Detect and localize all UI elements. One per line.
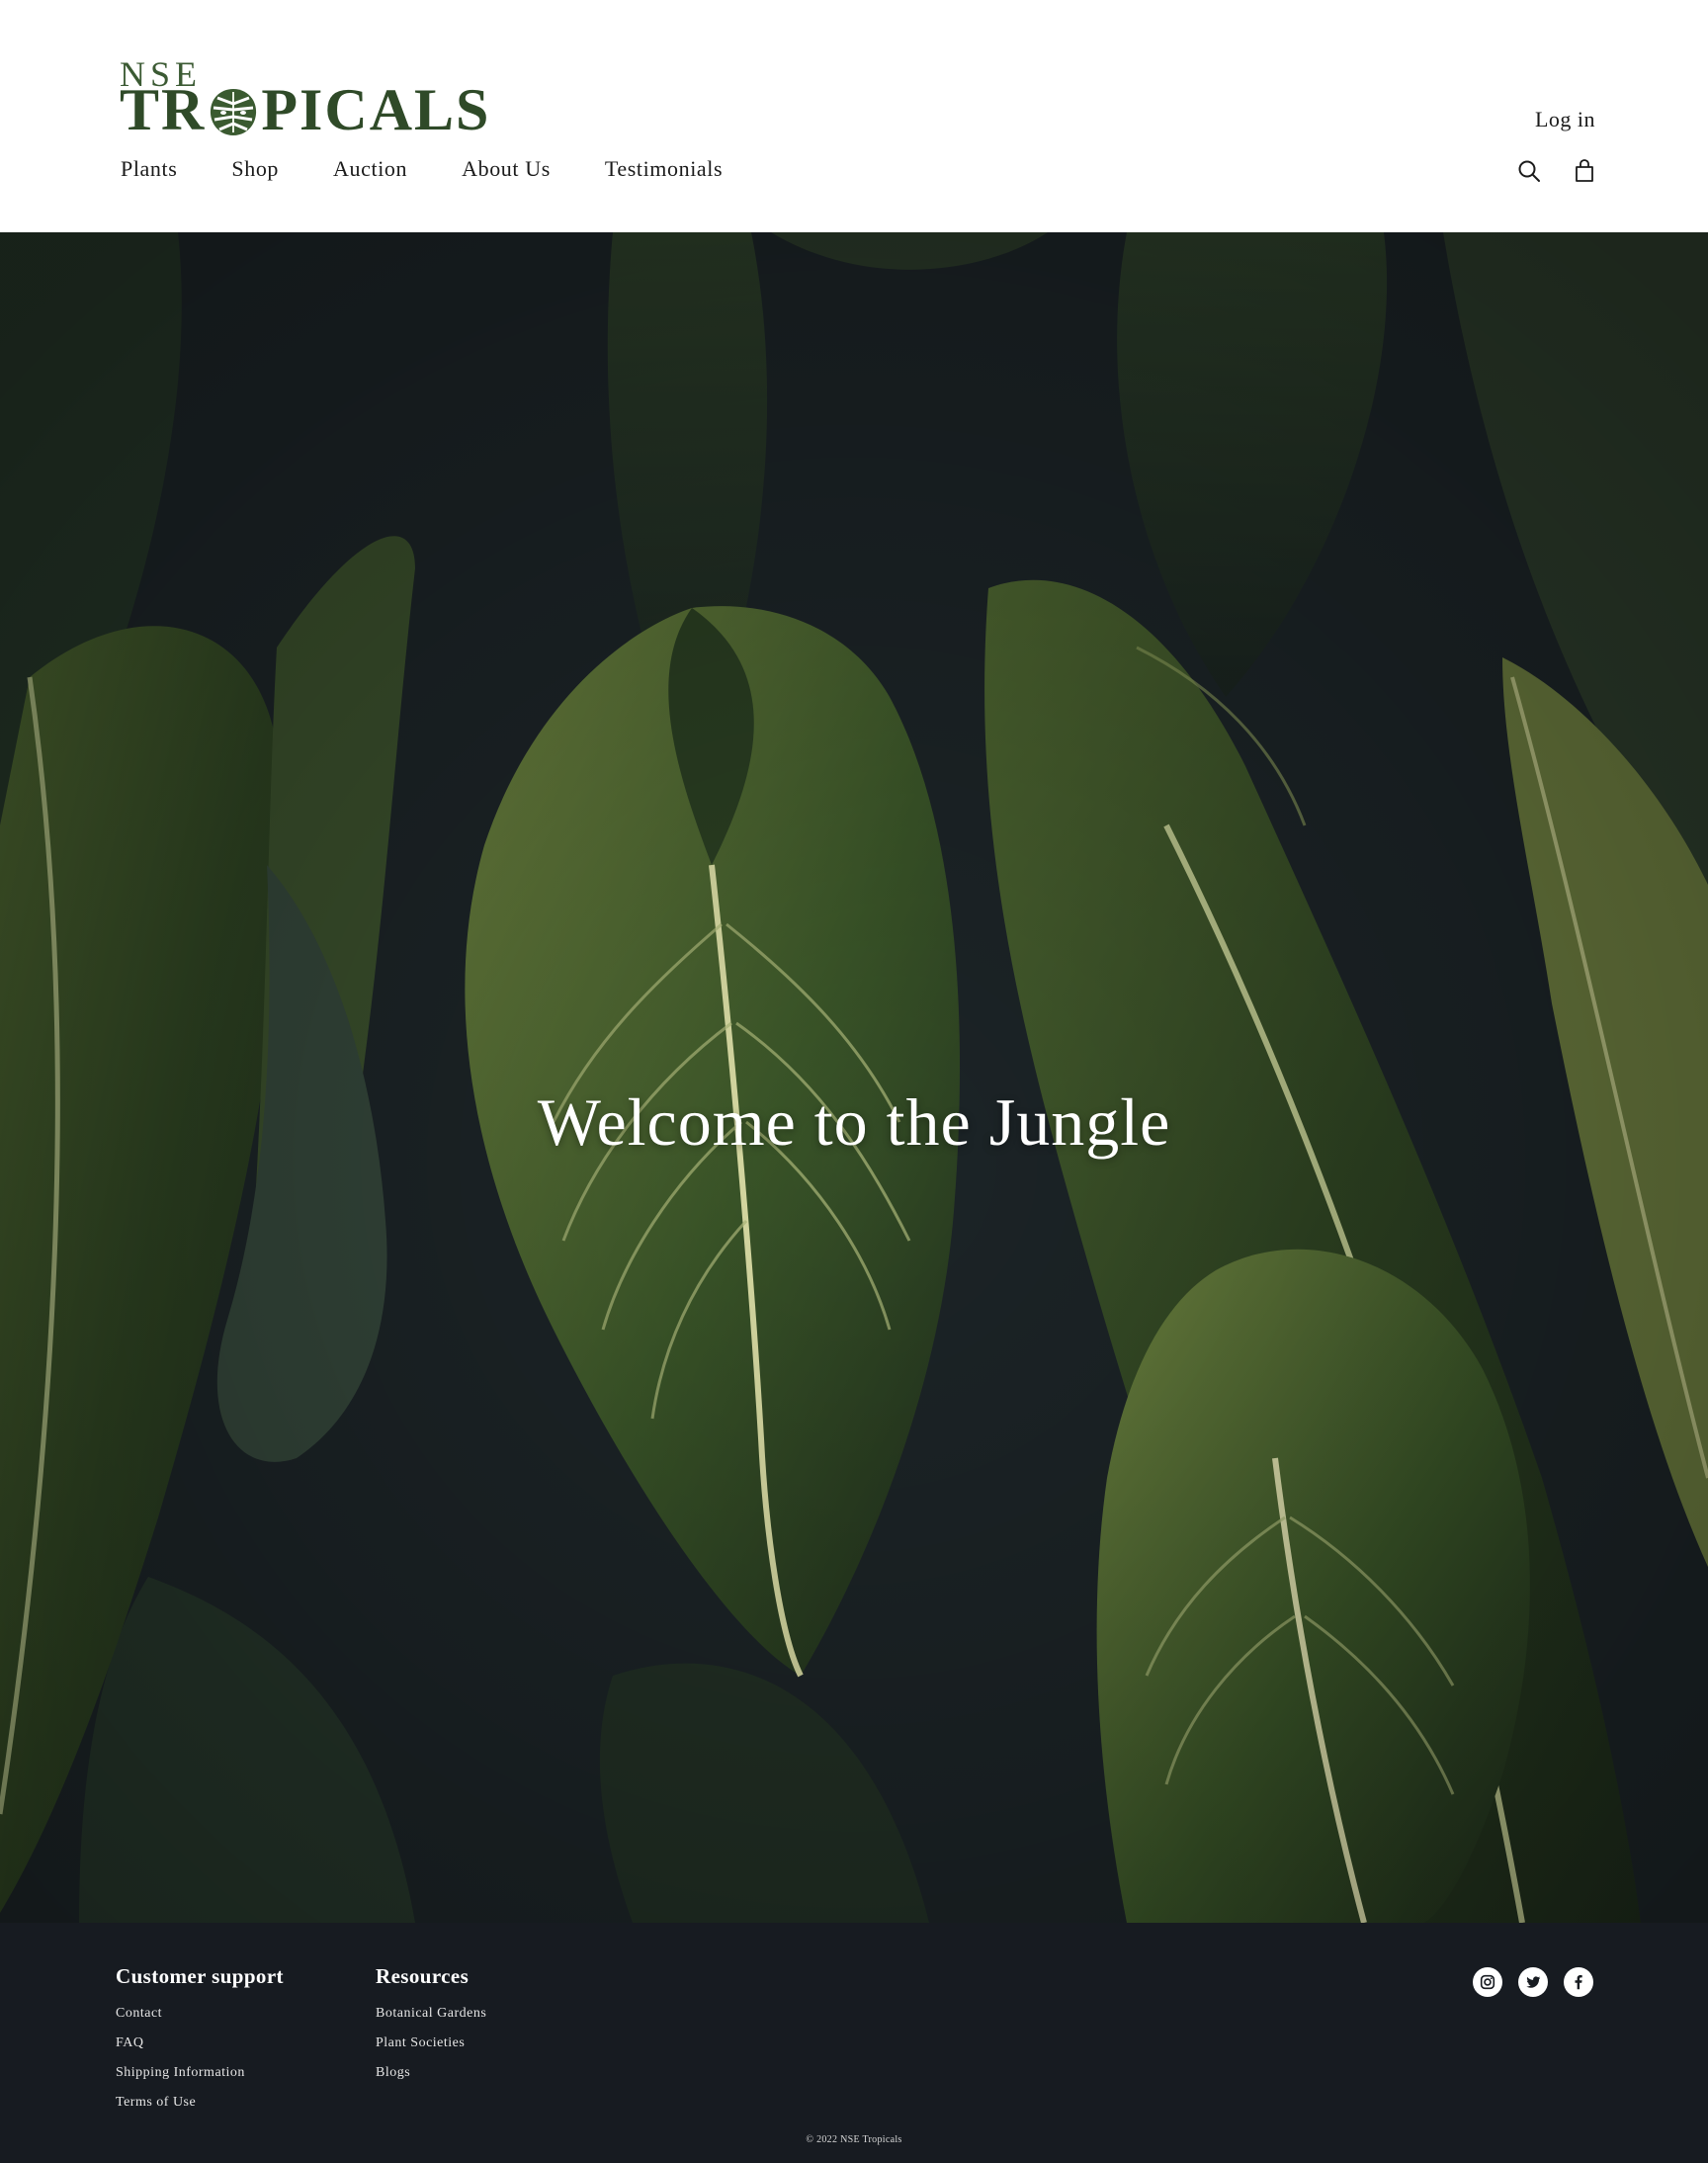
nav-item-plants[interactable]: Plants [121,156,177,182]
footer-link-blogs[interactable]: Blogs [376,2058,486,2088]
logo-text-left: TR [120,77,207,142]
search-icon[interactable] [1516,158,1542,184]
logo-text-right: PICALS [261,77,491,142]
site-footer: Customer support Contact FAQ Shipping In… [0,1923,1708,2163]
footer-column-resources: Resources Botanical Gardens Plant Societ… [376,1964,486,2088]
nav-item-auction[interactable]: Auction [333,156,407,182]
footer-link-shipping-information[interactable]: Shipping Information [116,2058,284,2088]
brand-logo[interactable]: NSE TR PICALS [120,56,488,139]
footer-link-plant-societies[interactable]: Plant Societies [376,2029,486,2058]
footer-column-customer-support: Customer support Contact FAQ Shipping In… [116,1964,284,2118]
monstera-leaf-icon [208,86,259,137]
footer-heading: Customer support [116,1964,284,1988]
site-header: NSE TR PICALS Log in Plants Shop Auction… [0,0,1708,232]
main-nav: Plants Shop Auction About Us Testimonial… [121,156,777,182]
hero-title: Welcome to the Jungle [537,1083,1171,1160]
instagram-icon[interactable] [1473,1967,1502,1997]
nav-item-testimonials[interactable]: Testimonials [605,156,723,182]
footer-heading: Resources [376,1964,470,1988]
twitter-icon[interactable] [1518,1967,1548,1997]
login-link[interactable]: Log in [1535,107,1595,132]
copyright-text: © 2022 NSE Tropicals [806,2134,902,2145]
footer-link-faq[interactable]: FAQ [116,2029,284,2058]
facebook-icon[interactable] [1564,1967,1593,1997]
footer-link-contact[interactable]: Contact [116,1999,284,2029]
nav-item-shop[interactable]: Shop [231,156,279,182]
hero-banner: Welcome to the Jungle [0,232,1708,1923]
tropical-leaves-photo [0,232,1708,1923]
footer-link-terms-of-use[interactable]: Terms of Use [116,2088,284,2118]
logo-wordmark: TR PICALS [120,77,491,142]
nav-item-about-us[interactable]: About Us [462,156,551,182]
shopping-bag-icon[interactable] [1572,158,1597,184]
footer-link-botanical-gardens[interactable]: Botanical Gardens [376,1999,486,2029]
